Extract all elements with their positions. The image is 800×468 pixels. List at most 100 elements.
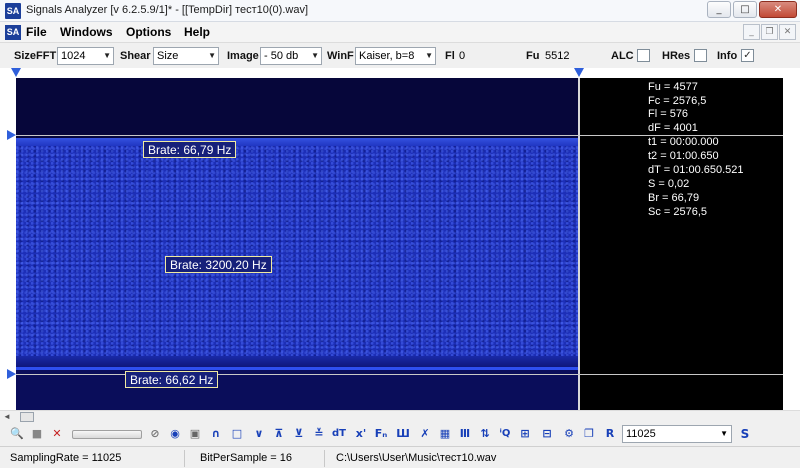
s-button[interactable]: S (738, 426, 752, 442)
chevron-down-icon: ▼ (720, 429, 728, 438)
arc-up-icon[interactable]: ∩ (209, 426, 223, 442)
info-fc: Fc = 2576,5 (648, 95, 707, 107)
fu-field[interactable]: 5512 (542, 47, 602, 65)
info-t2: t2 = 01:00.650 (648, 150, 719, 162)
status-file-path: C:\Users\User\Music\тест10.wav (336, 452, 497, 464)
sample-rate-select[interactable]: 11025 ▼ (622, 425, 732, 443)
image-select[interactable]: - 50 db ▼ (260, 47, 322, 65)
status-bar: SamplingRate = 11025 BitPerSample = 16 C… (0, 446, 800, 468)
noise-region-top (16, 78, 578, 135)
signal-band (16, 138, 578, 370)
spectrogram-view[interactable] (16, 78, 578, 410)
magnify-icon[interactable]: 🔍 (10, 426, 24, 442)
fu-label: Fu (526, 50, 540, 62)
right-margin (783, 68, 800, 410)
zoom-slider[interactable] (72, 430, 142, 439)
mark-down-icon[interactable]: ⊻ (292, 426, 306, 442)
chevron-down-icon: ▼ (103, 51, 111, 60)
pattern-icon[interactable]: ⊟ (540, 426, 554, 442)
winf-select[interactable]: Kaiser, b=8 ▼ (355, 47, 436, 65)
brate-label-bottom: Brate: 66,62 Hz (125, 371, 219, 388)
right-frequency-marker[interactable] (574, 68, 584, 77)
info-br: Br = 66,79 (648, 192, 700, 204)
close-button[interactable]: ✕ (759, 1, 797, 18)
hres-checkbox[interactable] (694, 49, 707, 62)
top-time-marker[interactable] (7, 130, 16, 140)
signal-band-edge-top (16, 138, 578, 146)
square-outline-icon[interactable]: □ (230, 426, 244, 442)
gear-icon[interactable]: ⚙ (562, 426, 576, 442)
delete-icon[interactable]: ✕ (50, 426, 64, 442)
horizontal-scrollbar[interactable]: ◄ (0, 410, 800, 422)
alc-label: ALC (611, 50, 634, 62)
minimize-button[interactable]: _ (707, 1, 731, 18)
grid-icon[interactable]: ▦ (438, 426, 452, 442)
menu-bar: SA File Windows Options Help _ ❐ ✕ (0, 22, 800, 43)
low-q-icon[interactable]: ⁱQ (498, 426, 512, 442)
left-frequency-marker[interactable] (11, 68, 21, 77)
maximize-button[interactable]: □ (733, 1, 757, 18)
info-checkbox[interactable]: ✓ (741, 49, 754, 62)
fl-field[interactable]: 0 (456, 47, 516, 65)
brate-label-top: Brate: 66,79 Hz (143, 141, 237, 158)
info-df: dF = 4001 (648, 122, 698, 134)
r-icon[interactable]: R (603, 426, 617, 442)
image-value: - 50 db (264, 50, 299, 62)
info-sc: Sc = 2576,5 (648, 206, 708, 218)
menu-windows[interactable]: Windows (60, 25, 113, 39)
image-label: Image (227, 50, 259, 62)
settings-toolbar: SizeFFT 1024 ▼ Shear Size ▼ Image - 50 d… (0, 43, 800, 68)
brate-label-middle: Brate: 3200,20 Hz (165, 256, 272, 273)
chevron-down-icon: ▼ (208, 51, 216, 60)
child-minimize-button[interactable]: _ (743, 24, 760, 40)
no-icon[interactable]: ⊘ (148, 426, 162, 442)
scroll-left-icon[interactable]: ◄ (3, 412, 11, 421)
chevron-down-icon: ▼ (425, 51, 433, 60)
sample-rate-value: 11025 (626, 428, 656, 440)
menu-options[interactable]: Options (126, 25, 171, 39)
frame-icon[interactable]: ▣ (188, 426, 202, 442)
split-icon[interactable]: ⇅ (478, 426, 492, 442)
menu-help[interactable]: Help (184, 25, 210, 39)
alc-checkbox[interactable] (637, 49, 650, 62)
menu-file[interactable]: File (26, 25, 47, 39)
bars-icon[interactable]: Ⅲ (458, 426, 472, 442)
dt-icon[interactable]: dT (332, 426, 346, 442)
f-sub-icon[interactable]: Fₙ (374, 426, 388, 442)
info-fu: Fu = 4577 (648, 81, 698, 93)
comb-icon[interactable]: Ш (396, 426, 410, 442)
app-logo-icon: SA (5, 3, 21, 19)
mark-both-icon[interactable]: ≚ (312, 426, 326, 442)
mark-up-icon[interactable]: ⊼ (272, 426, 286, 442)
child-restore-button[interactable]: ❐ (761, 24, 778, 40)
status-bit-per-sample: BitPerSample = 16 (190, 450, 325, 467)
info-label: Info (717, 50, 738, 62)
speaker-icon[interactable]: ◉ (168, 426, 182, 442)
info-t1: t1 = 00:00.000 (648, 136, 719, 148)
pulse-icon[interactable]: ⊞ (518, 426, 532, 442)
shear-value: Size (157, 50, 179, 62)
status-sampling-rate: SamplingRate = 11025 (0, 450, 185, 467)
shear-select[interactable]: Size ▼ (153, 47, 219, 65)
bottom-time-marker[interactable] (7, 369, 16, 379)
child-close-button[interactable]: ✕ (779, 24, 796, 40)
arc-down-icon[interactable]: ∨ (252, 426, 266, 442)
x-power-icon[interactable]: x' (354, 426, 368, 442)
info-fl: Fl = 576 (648, 108, 689, 120)
sizefft-select[interactable]: 1024 ▼ (57, 47, 114, 65)
tools-toolbar: 🔍 ■ ✕ ⊘ ◉ ▣ ∩ □ ∨ ⊼ ⊻ ≚ dT x' Fₙ Ш ✗ ▦ Ⅲ… (0, 422, 800, 446)
sizefft-label: SizeFFT (14, 50, 57, 62)
chevron-down-icon: ▼ (311, 51, 319, 60)
info-s: S = 0,02 (648, 178, 690, 190)
fl-label: Fl (445, 50, 455, 62)
hres-label: HRes (662, 50, 691, 62)
stop-icon[interactable]: ■ (30, 426, 44, 442)
info-dt: dT = 01:00.650.521 (648, 164, 744, 176)
noise-region-bottom (16, 370, 578, 410)
document-icon[interactable]: SA (5, 25, 21, 40)
scroll-thumb[interactable] (20, 412, 34, 422)
winf-value: Kaiser, b=8 (359, 50, 415, 62)
cross-icon[interactable]: ✗ (418, 426, 432, 442)
window-titlebar: SA Signals Analyzer [v 6.2.5.9/1]* - [[T… (0, 0, 800, 22)
copy-icon[interactable]: ❐ (582, 426, 596, 442)
